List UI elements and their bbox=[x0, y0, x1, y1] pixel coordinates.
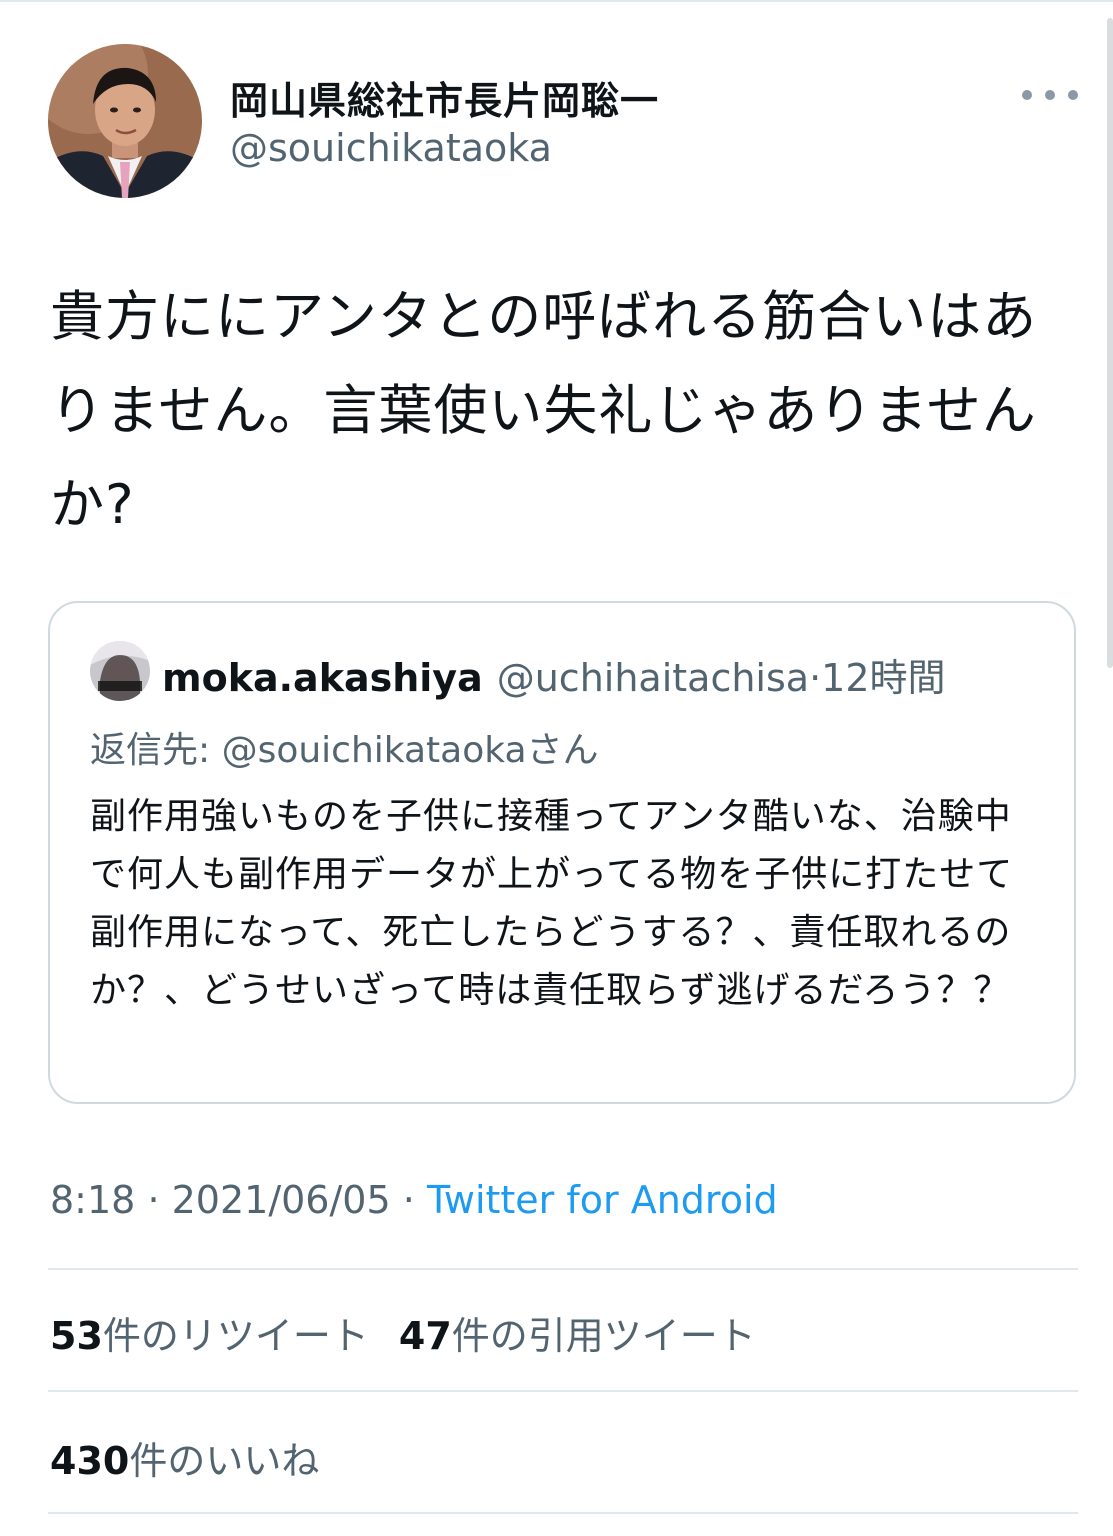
author-display-name[interactable]: 岡山県総社市長片岡聡一 bbox=[230, 70, 659, 125]
more-horizontal-icon[interactable] bbox=[1022, 80, 1078, 110]
tweet-date[interactable]: 2021/06/05 bbox=[172, 1178, 391, 1222]
more-dot bbox=[1022, 90, 1032, 100]
quoted-tweet-card[interactable]: moka.akashiya @uchihaitachisa·12時間 返信先: @… bbox=[48, 601, 1076, 1104]
more-dot bbox=[1068, 90, 1078, 100]
divider bbox=[48, 1390, 1078, 1392]
retweets-label: 件のリツイート bbox=[102, 1314, 369, 1358]
quoted-time[interactable]: 12時間 bbox=[821, 656, 945, 700]
quote-tweets-label: 件の引用ツイート bbox=[451, 1314, 756, 1358]
divider bbox=[48, 1512, 1078, 1514]
author-avatar[interactable] bbox=[48, 44, 202, 198]
tweet-time[interactable]: 8:18 bbox=[50, 1178, 135, 1222]
retweets-count-link[interactable]: 53件のリツイート bbox=[50, 1314, 369, 1358]
divider bbox=[48, 1268, 1078, 1270]
quoted-text: 副作用強いものを子供に接種ってアンタ酷いな、治験中で何人も副作用データが上がって… bbox=[90, 796, 1014, 1011]
quoted-separator: · bbox=[809, 656, 822, 700]
more-dot bbox=[1045, 90, 1055, 100]
engagement-stats: 53件のリツイート 47件の引用ツイート bbox=[50, 1305, 786, 1360]
meta-separator: · bbox=[402, 1178, 415, 1222]
scrollbar[interactable] bbox=[1107, 18, 1113, 668]
quoted-handle[interactable]: @uchihaitachisa bbox=[497, 656, 809, 700]
meta-separator: · bbox=[147, 1178, 160, 1222]
quoted-display-name[interactable]: moka.akashiya bbox=[162, 656, 483, 700]
quoted-header: moka.akashiya @uchihaitachisa·12時間 bbox=[162, 647, 946, 702]
top-divider bbox=[0, 0, 1113, 2]
likes-count: 430 bbox=[50, 1439, 130, 1483]
tweet-meta: 8:18 · 2021/06/05 · Twitter for Android bbox=[50, 1178, 778, 1222]
tweet-text: 貴方ににアンタとの呼ばれる筋合いはありません。言葉使い失礼じゃありませんか? bbox=[50, 285, 1038, 536]
likes-label: 件のいいね bbox=[129, 1439, 320, 1483]
likes-count-link[interactable]: 430件のいいね bbox=[50, 1430, 319, 1485]
quote-tweets-count: 47 bbox=[398, 1314, 452, 1358]
author-handle[interactable]: @souichikataoka bbox=[230, 126, 552, 170]
quoted-author-avatar[interactable] bbox=[90, 641, 150, 701]
tweet-source-link[interactable]: Twitter for Android bbox=[427, 1178, 778, 1222]
retweets-count: 53 bbox=[50, 1314, 103, 1358]
quote-tweets-count-link[interactable]: 47件の引用ツイート bbox=[399, 1314, 756, 1358]
quoted-reply-to: 返信先: @souichikataokaさん bbox=[90, 730, 599, 771]
